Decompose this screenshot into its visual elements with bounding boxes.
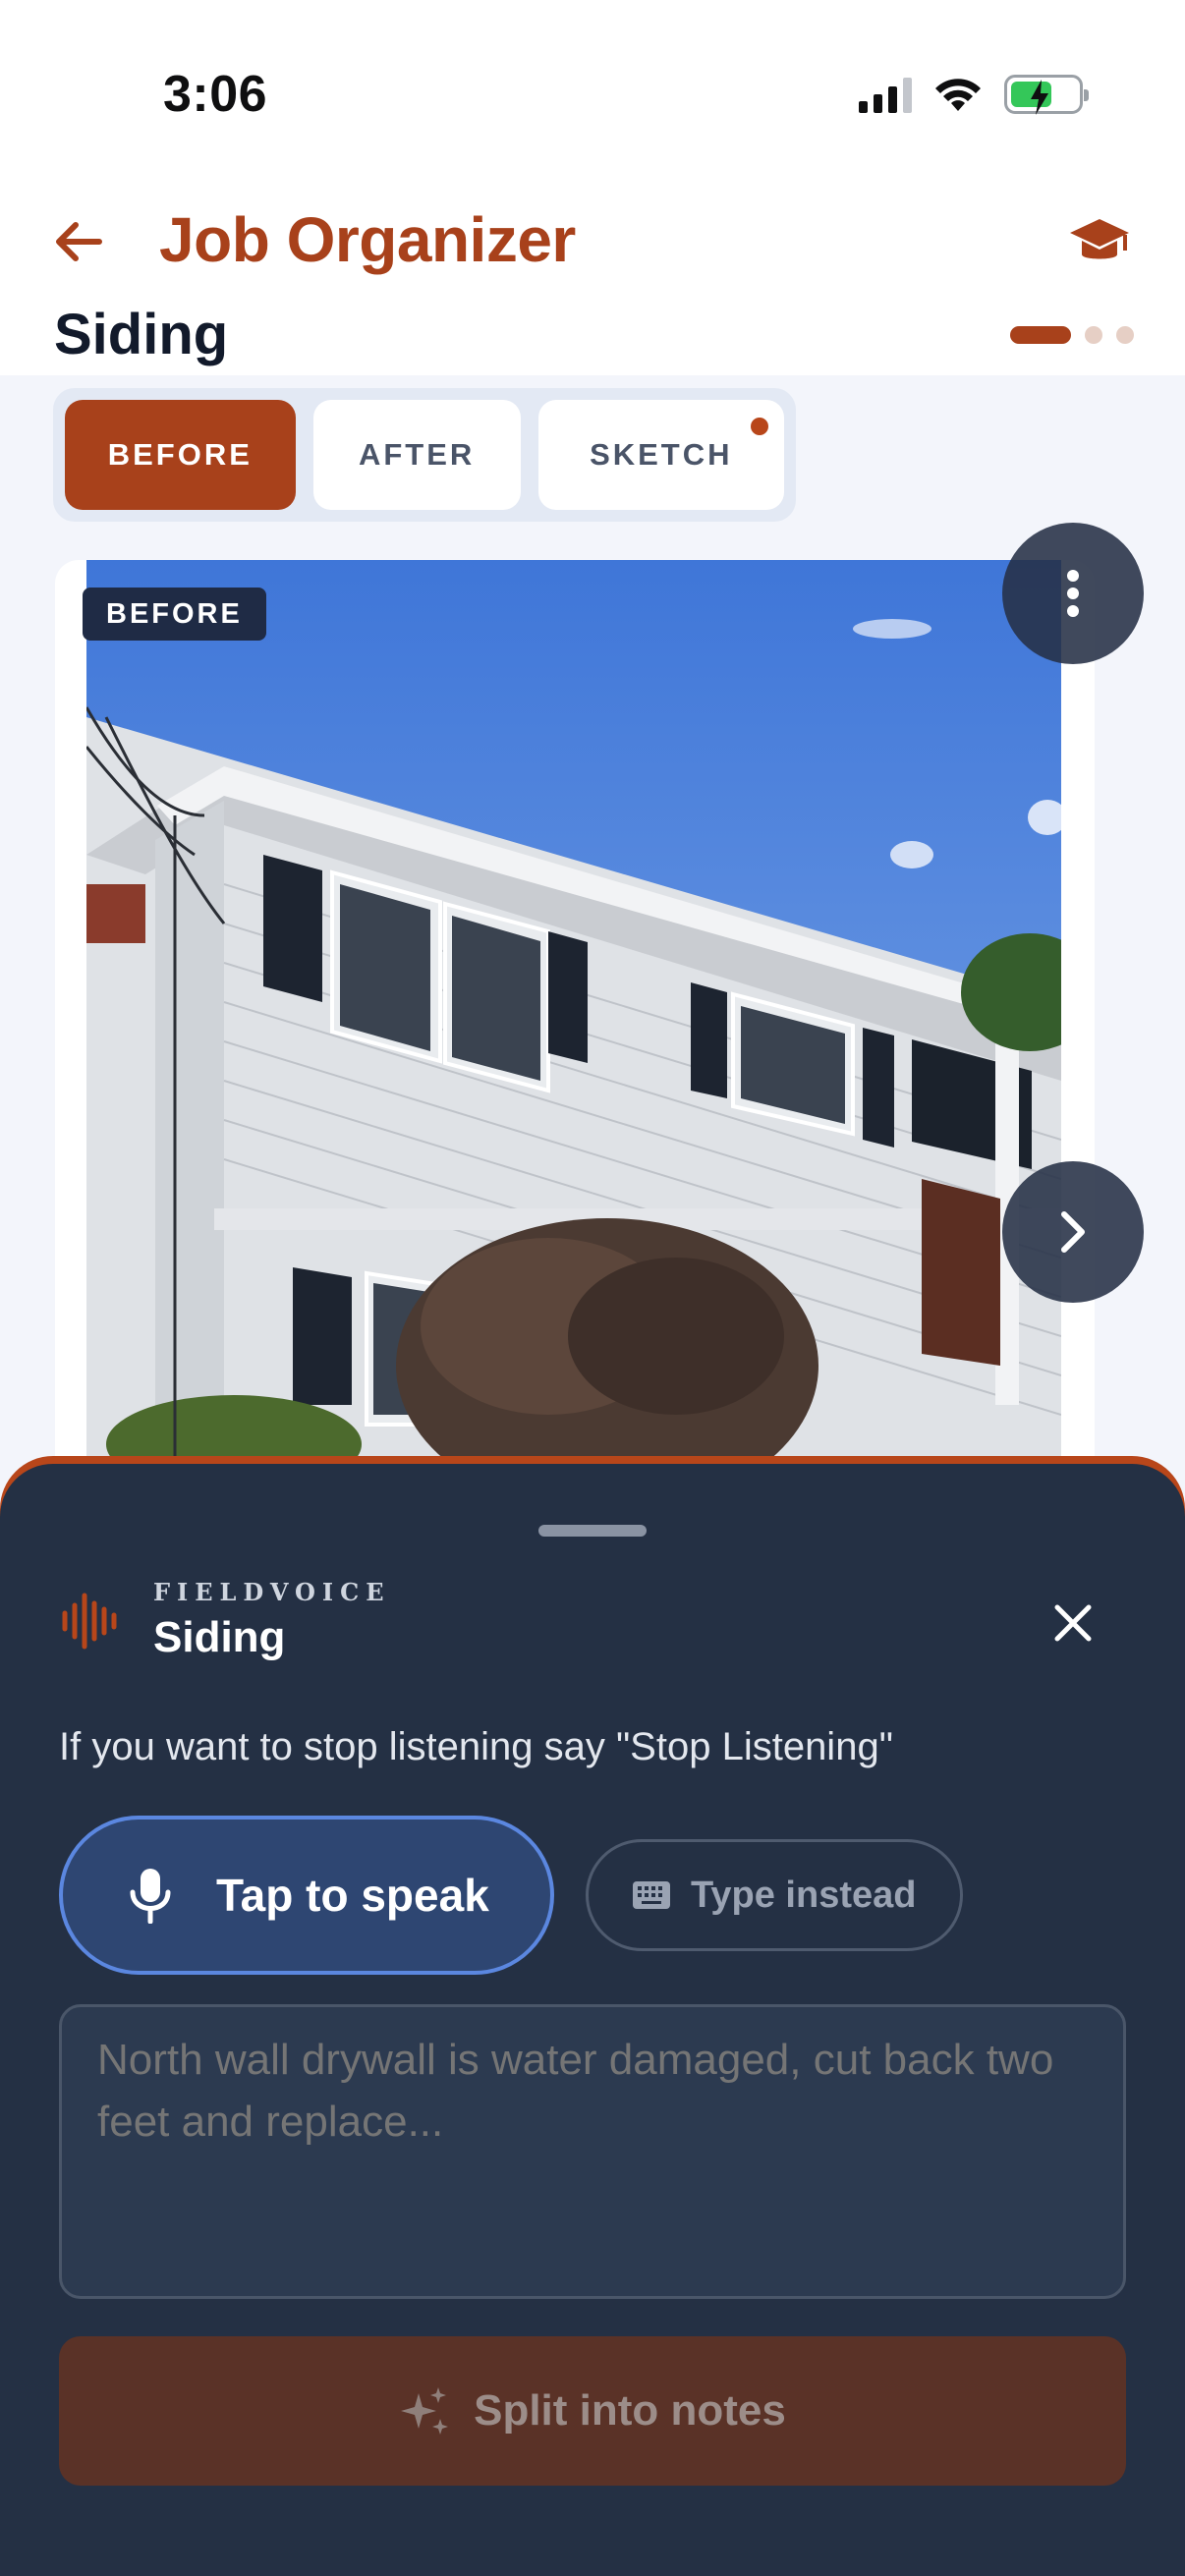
sheet-title: Siding: [153, 1613, 286, 1661]
close-icon: [1054, 1604, 1092, 1642]
waveform-icon: [62, 1593, 117, 1650]
back-button[interactable]: [49, 212, 108, 271]
type-instead-button[interactable]: Type instead: [586, 1839, 963, 1951]
next-photo-button[interactable]: [1002, 1161, 1144, 1303]
microphone-icon: [130, 1869, 171, 1924]
split-into-notes-label: Split into notes: [474, 2386, 786, 2435]
page-indicator: [1010, 326, 1134, 344]
type-instead-label: Type instead: [691, 1874, 917, 1916]
close-button[interactable]: [1042, 1592, 1104, 1654]
tap-to-speak-button[interactable]: Tap to speak: [59, 1816, 554, 1975]
page-dot: [1085, 326, 1102, 344]
tab-sketch-label: SKETCH: [590, 437, 733, 472]
sheet-handle[interactable]: [538, 1525, 647, 1537]
house-photo[interactable]: [86, 560, 1061, 1464]
app-title: Job Organizer: [159, 204, 576, 275]
arrow-left-icon: [56, 222, 102, 261]
graduation-cap-icon: [1070, 219, 1129, 259]
wifi-icon: [935, 79, 981, 111]
note-input[interactable]: [59, 2004, 1126, 2299]
brand-label: FIELDVOICE: [153, 1578, 391, 1606]
keyboard-icon: [633, 1881, 670, 1909]
page-dot: [1116, 326, 1134, 344]
split-into-notes-button[interactable]: Split into notes: [59, 2336, 1126, 2486]
photo-badge: BEFORE: [83, 588, 266, 641]
status-time: 3:06: [163, 66, 268, 123]
more-vertical-icon: [1067, 570, 1079, 617]
chevron-right-icon: [1061, 1211, 1085, 1253]
tap-to-speak-label: Tap to speak: [216, 1870, 489, 1921]
tab-indicator-dot: [751, 418, 768, 435]
tab-before[interactable]: BEFORE: [65, 400, 296, 510]
listening-hint: If you want to stop listening say "Stop …: [59, 1725, 893, 1768]
tab-after[interactable]: AFTER: [312, 400, 521, 510]
cellular-signal-icon: [859, 76, 912, 113]
photo-tabs: BEFORE AFTER SKETCH: [53, 388, 796, 522]
battery-icon: [1004, 75, 1089, 115]
tab-sketch[interactable]: SKETCH: [537, 400, 784, 510]
learn-button[interactable]: [1065, 208, 1134, 277]
status-icons: [859, 75, 1089, 115]
page-dot-active: [1010, 326, 1071, 344]
section-title: Siding: [54, 303, 229, 366]
sparkles-icon: [401, 2387, 449, 2435]
more-options-button[interactable]: [1002, 523, 1144, 664]
